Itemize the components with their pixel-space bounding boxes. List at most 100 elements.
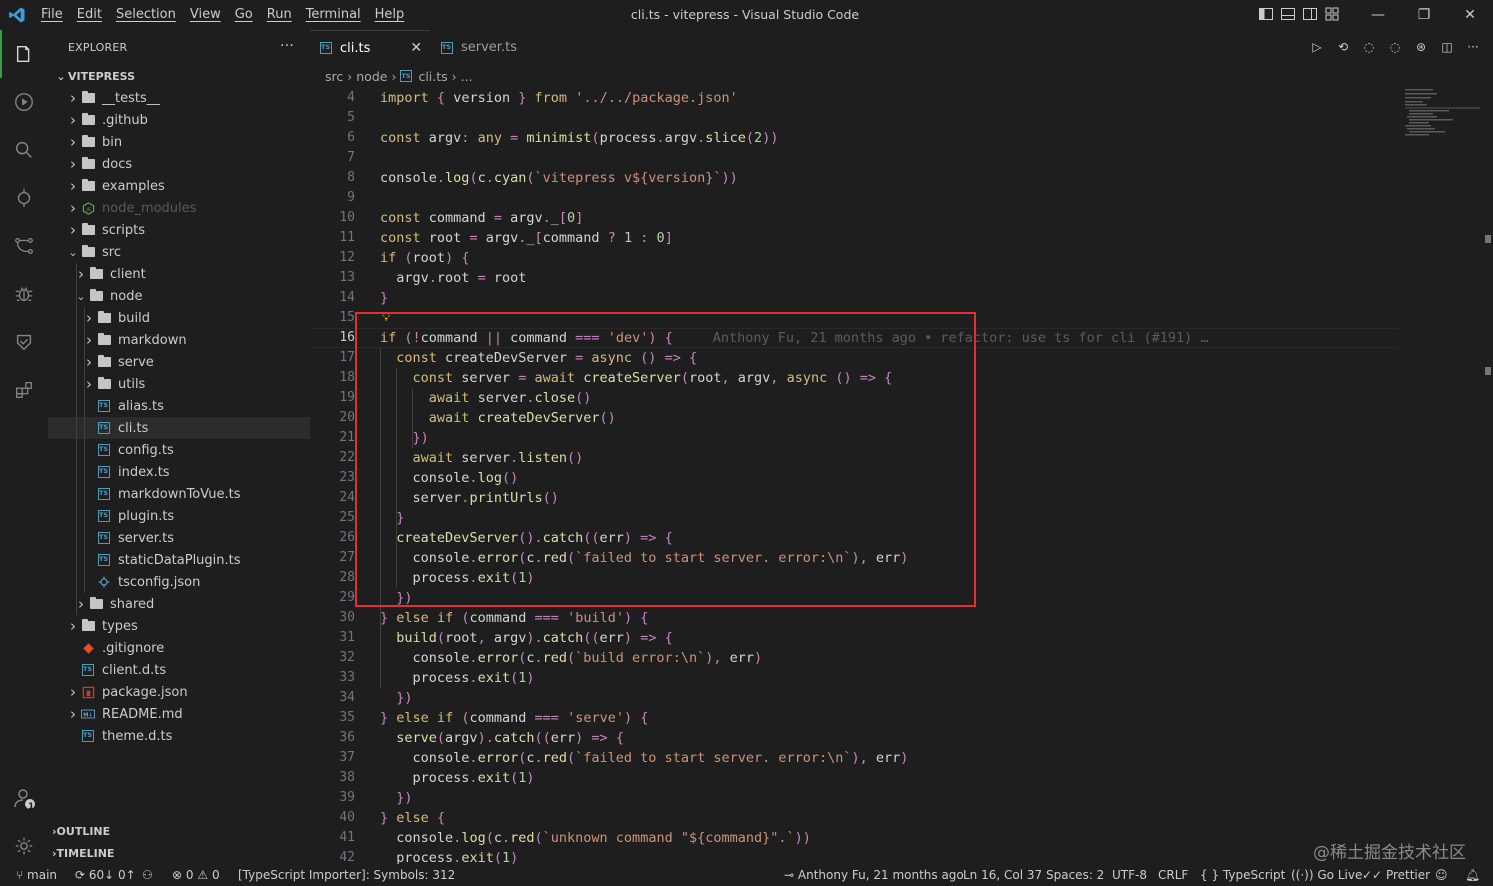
- outline-section[interactable]: › OUTLINE: [48, 820, 310, 842]
- status-sync[interactable]: ⟳ 60↓ 0↑: [75, 864, 136, 886]
- menu-terminal[interactable]: Terminal: [299, 0, 368, 30]
- minimize-icon[interactable]: —: [1355, 0, 1401, 30]
- status-problems[interactable]: ⊗ 0 ⚠ 0: [172, 864, 220, 886]
- tree-item[interactable]: TS plugin.ts: [48, 505, 310, 527]
- code-line[interactable]: } else {: [380, 808, 445, 828]
- debug-bug-icon[interactable]: [0, 270, 48, 318]
- close-window-icon[interactable]: ✕: [1447, 0, 1493, 30]
- tab-server-ts[interactable]: TS server.ts: [431, 30, 541, 65]
- tree-item[interactable]: ⌄ src: [48, 241, 310, 263]
- split-editor-icon[interactable]: ◫: [1439, 39, 1455, 55]
- explorer-icon[interactable]: [0, 30, 48, 78]
- tab-cli-ts[interactable]: TS cli.ts ✕: [310, 30, 430, 65]
- status-encoding[interactable]: UTF-8: [1112, 864, 1147, 886]
- live-share-icon[interactable]: ⚇: [142, 864, 153, 886]
- code-line[interactable]: const argv: any = minimist(process.argv.…: [380, 128, 778, 148]
- tree-item[interactable]: .gitignore: [48, 637, 310, 659]
- tree-item[interactable]: › __tests__: [48, 87, 310, 109]
- tree-item[interactable]: tsconfig.json: [48, 571, 310, 593]
- status-position[interactable]: Ln 16, Col 37: [963, 864, 1042, 886]
- close-tab-icon[interactable]: ✕: [410, 40, 422, 56]
- code-line[interactable]: process.exit(1): [380, 768, 535, 788]
- tree-item[interactable]: › package.json: [48, 681, 310, 703]
- status-language[interactable]: { } TypeScript: [1200, 864, 1285, 886]
- code-line[interactable]: } else if (command === 'build') {: [380, 608, 648, 628]
- tree-item[interactable]: TS theme.d.ts: [48, 725, 310, 747]
- tree-item[interactable]: › utils: [48, 373, 310, 395]
- menu-go[interactable]: Go: [228, 0, 260, 30]
- tree-item[interactable]: › .github: [48, 109, 310, 131]
- tree-item[interactable]: TS client.d.ts: [48, 659, 310, 681]
- code-line[interactable]: process.exit(1): [380, 848, 518, 864]
- manage-gear-icon[interactable]: [0, 822, 48, 870]
- code-line[interactable]: }): [380, 788, 412, 808]
- status-importer[interactable]: [TypeScript Importer]: Symbols: 312: [238, 864, 455, 886]
- code-editor[interactable]: 4 import { version } from '../../package.…: [310, 87, 1493, 864]
- explorer-root-vitepress[interactable]: ⌄ VITEPRESS: [48, 65, 310, 87]
- toggle-primary-sidebar-icon[interactable]: [1258, 6, 1274, 22]
- code-line[interactable]: }): [380, 688, 412, 708]
- menu-edit[interactable]: Edit: [70, 0, 109, 30]
- status-golive[interactable]: ((·)) Go Live: [1291, 864, 1362, 886]
- tree-item[interactable]: TS alias.ts: [48, 395, 310, 417]
- extensions-icon[interactable]: [0, 366, 48, 414]
- tree-item[interactable]: › M↓ README.md: [48, 703, 310, 725]
- notifications-bell-icon[interactable]: 🔔︎: [1465, 864, 1480, 886]
- code-line[interactable]: console.log(c.cyan(`vitepress v${version…: [380, 168, 738, 188]
- customize-layout-icon[interactable]: [1324, 6, 1340, 22]
- tree-item[interactable]: › serve: [48, 351, 310, 373]
- testing-icon[interactable]: [0, 318, 48, 366]
- code-line[interactable]: } else if (command === 'serve') {: [380, 708, 648, 728]
- code-line[interactable]: console.error(c.red(`failed to start ser…: [380, 748, 909, 768]
- tree-item[interactable]: › bin: [48, 131, 310, 153]
- tree-item[interactable]: › docs: [48, 153, 310, 175]
- run-debug-icon[interactable]: [0, 78, 48, 126]
- breadcrumb-file[interactable]: cli.ts: [418, 69, 447, 84]
- source-control-icon[interactable]: [0, 174, 48, 222]
- tree-item[interactable]: › client: [48, 263, 310, 285]
- tree-item[interactable]: TS staticDataPlugin.ts: [48, 549, 310, 571]
- more-actions-icon[interactable]: ···: [1465, 39, 1481, 55]
- code-line[interactable]: process.exit(1): [380, 668, 535, 688]
- git-back-icon[interactable]: ⟲: [1335, 39, 1351, 55]
- tree-item[interactable]: TS cli.ts: [48, 417, 310, 439]
- minimap[interactable]: [1405, 87, 1480, 147]
- status-branch[interactable]: ⑂ main: [16, 864, 57, 886]
- tree-item[interactable]: ⌄ node: [48, 285, 310, 307]
- toggle-secondary-sidebar-icon[interactable]: [1302, 6, 1318, 22]
- git-next-change-icon[interactable]: ◌: [1387, 39, 1403, 55]
- menu-file[interactable]: File: [34, 0, 70, 30]
- tree-item[interactable]: › shared: [48, 593, 310, 615]
- code-line[interactable]: if (root) {: [380, 248, 469, 268]
- open-changes-icon[interactable]: ⊛: [1413, 39, 1429, 55]
- menu-view[interactable]: View: [183, 0, 228, 30]
- tree-item[interactable]: › scripts: [48, 219, 310, 241]
- git-prev-change-icon[interactable]: ◌: [1361, 39, 1377, 55]
- breadcrumb-src[interactable]: src: [325, 69, 343, 84]
- tree-item[interactable]: › types: [48, 615, 310, 637]
- tree-item[interactable]: TS markdownToVue.ts: [48, 483, 310, 505]
- breadcrumb-symbols[interactable]: ...: [461, 69, 473, 84]
- status-blame[interactable]: ⊸ Anthony Fu, 21 months ago: [784, 864, 964, 886]
- code-line[interactable]: }: [380, 288, 388, 308]
- breadcrumb-node[interactable]: node: [356, 69, 387, 84]
- status-prettier[interactable]: ✓✓ Prettier: [1362, 864, 1430, 886]
- feedback-icon[interactable]: ☺: [1435, 864, 1448, 886]
- accounts-icon[interactable]: 1: [0, 774, 48, 822]
- tree-item[interactable]: › JS node_modules: [48, 197, 310, 219]
- status-eol[interactable]: CRLF: [1158, 864, 1188, 886]
- run-icon[interactable]: ▷: [1309, 39, 1325, 55]
- search-icon[interactable]: [0, 126, 48, 174]
- code-line[interactable]: build(root, argv).catch((err) => {: [380, 628, 672, 648]
- code-line[interactable]: console.error(c.red(`build error:\n`), e…: [380, 648, 763, 668]
- tree-item[interactable]: TS config.ts: [48, 439, 310, 461]
- menu-selection[interactable]: Selection: [109, 0, 183, 30]
- restore-icon[interactable]: ❐: [1401, 0, 1447, 30]
- menu-help[interactable]: Help: [368, 0, 412, 30]
- explorer-more-icon[interactable]: ···: [280, 38, 294, 54]
- code-line[interactable]: import { version } from '../../package.j…: [380, 88, 738, 108]
- tree-item[interactable]: TS index.ts: [48, 461, 310, 483]
- editor-scrollbar[interactable]: [1482, 87, 1493, 864]
- tree-item[interactable]: TS server.ts: [48, 527, 310, 549]
- code-line[interactable]: serve(argv).catch((err) => {: [380, 728, 624, 748]
